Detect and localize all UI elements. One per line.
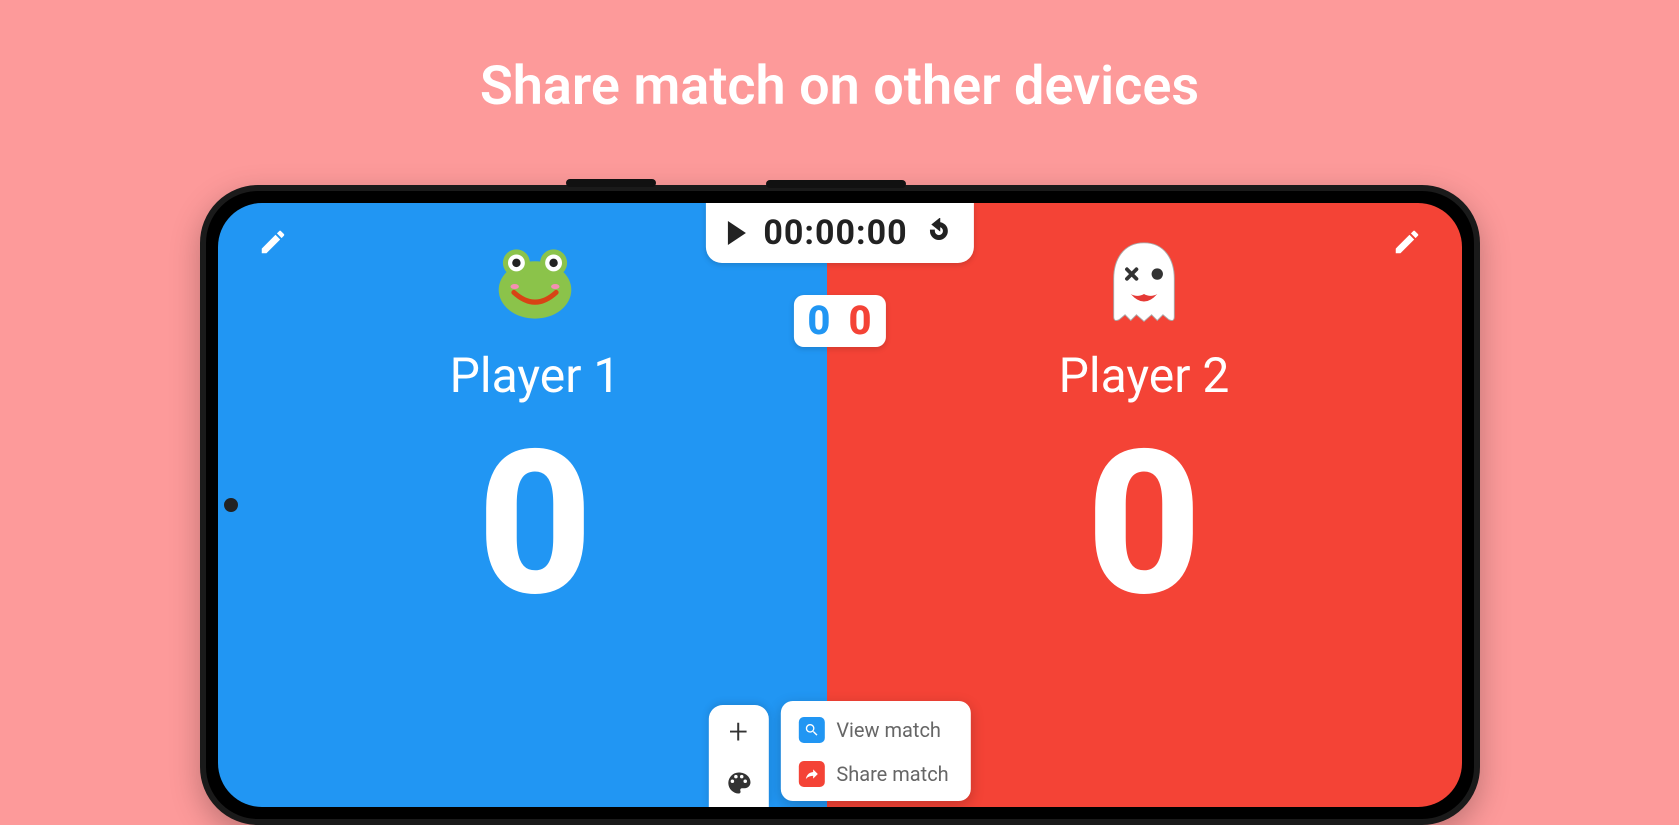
bottom-toolbar: + (708, 705, 768, 807)
player1-score: 0 (477, 424, 592, 624)
share-match-icon (798, 761, 824, 787)
edit-player1-icon[interactable] (258, 227, 288, 257)
mini-score-p1: 0 (807, 301, 830, 341)
timer-bar: 00:00:00 (705, 203, 973, 263)
palette-icon[interactable] (722, 767, 754, 799)
add-button[interactable]: + (722, 717, 754, 749)
player1-avatar-frog-icon (492, 239, 578, 329)
reset-timer-icon[interactable] (926, 218, 952, 248)
view-match-label: View match (836, 718, 941, 742)
promo-headline: Share match on other devices (0, 0, 1679, 118)
player2-score: 0 (1086, 424, 1201, 624)
mini-scoreboard: 0 0 (793, 295, 885, 347)
phone-frame: Player 1 0 Player 2 0 00:00:00 (200, 185, 1480, 825)
share-popup: View match Share match (780, 701, 970, 801)
share-match-label: Share match (836, 762, 948, 786)
share-match-item[interactable]: Share match (798, 761, 948, 787)
player2-avatar-ghost-icon (1104, 239, 1184, 329)
view-match-item[interactable]: View match (798, 717, 948, 743)
player2-name: Player 2 (1059, 347, 1230, 404)
player1-name: Player 1 (450, 347, 621, 404)
edit-player2-icon[interactable] (1392, 227, 1422, 257)
mini-score-p2: 0 (849, 301, 872, 341)
bottom-cluster: + View match Share match (708, 701, 970, 807)
phone-camera-dot (224, 498, 238, 512)
view-match-icon (798, 717, 824, 743)
app-screen: Player 1 0 Player 2 0 00:00:00 (218, 203, 1462, 807)
play-icon[interactable] (727, 221, 745, 245)
timer-display: 00:00:00 (763, 213, 907, 253)
